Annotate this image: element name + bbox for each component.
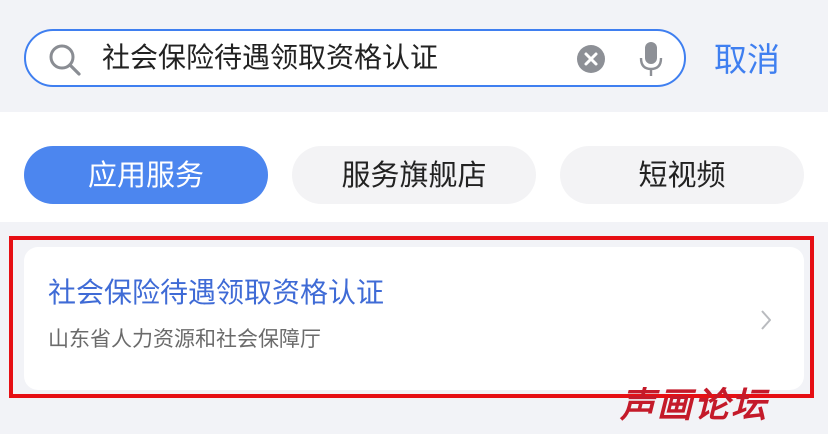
category-tabs: 应用服务 服务旗舰店 短视频 — [0, 112, 828, 222]
tab-app-services[interactable]: 应用服务 — [24, 146, 268, 204]
clear-icon[interactable] — [576, 44, 606, 74]
microphone-icon[interactable] — [638, 40, 664, 78]
search-query-text[interactable]: 社会保险待遇领取资格认证 — [102, 31, 438, 85]
tab-service-flagship-store[interactable]: 服务旗舰店 — [292, 146, 536, 204]
search-bar: 社会保险待遇领取资格认证 取消 — [0, 0, 828, 112]
cancel-button[interactable]: 取消 — [714, 36, 780, 84]
tab-short-video[interactable]: 短视频 — [560, 146, 804, 204]
watermark-logo: 声画论坛 — [620, 386, 769, 426]
search-input[interactable]: 社会保险待遇领取资格认证 — [24, 29, 686, 87]
search-icon — [49, 44, 81, 76]
red-highlight-frame — [9, 236, 814, 398]
